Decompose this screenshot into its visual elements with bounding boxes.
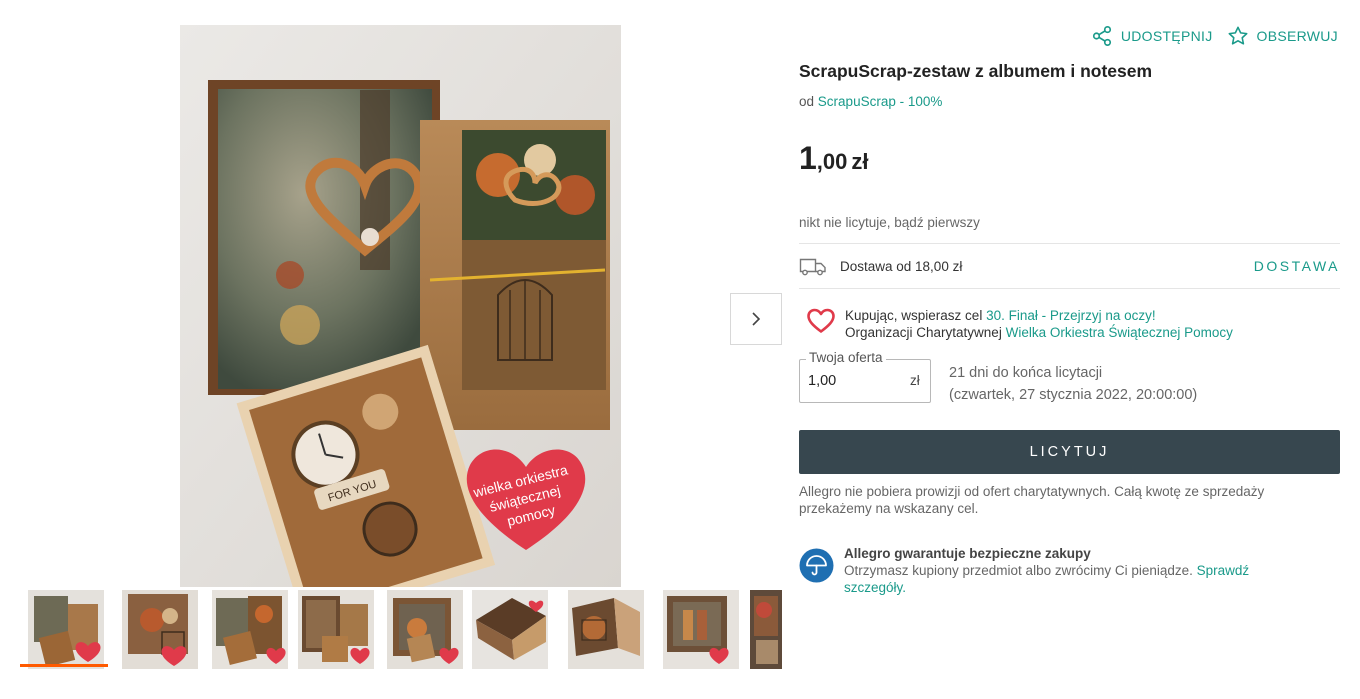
delivery-row: Dostawa od 18,00 zł DOSTAWA [799, 255, 1340, 277]
delivery-text: Dostawa od 18,00 zł [840, 258, 963, 274]
share-label: UDOSTĘPNIJ [1120, 28, 1213, 44]
guarantee-body: Otrzymasz kupiony przedmiot albo zwrócim… [844, 562, 1304, 596]
chevron-right-icon [752, 312, 761, 326]
watch-button[interactable]: OBSERWUJ [1227, 25, 1339, 47]
seller-link[interactable]: ScrapuScrap - 100% [818, 94, 943, 109]
charity-info: Kupując, wspierasz cel 30. Finał - Przej… [807, 307, 1233, 341]
active-thumbnail-indicator [20, 664, 108, 667]
thumbnail-strip [20, 589, 782, 671]
thumbnail-7[interactable] [568, 590, 644, 669]
product-title: ScrapuScrap-zestaw z albumem i notesem [799, 61, 1153, 81]
offer-input[interactable] [808, 370, 898, 392]
delivery-link[interactable]: DOSTAWA [1254, 258, 1340, 274]
price-decimal: ,00 [816, 149, 848, 174]
thumbnail-5[interactable] [387, 590, 463, 669]
thumbnail-3[interactable] [212, 590, 288, 669]
seller-prefix: od [799, 94, 815, 109]
star-icon [1228, 26, 1247, 45]
guarantee-text: Otrzymasz kupiony przedmiot albo zwrócim… [844, 563, 1193, 578]
truck-icon [799, 258, 826, 276]
purchase-guarantee: Allegro gwarantuje bezpieczne zakupy Otr… [799, 545, 1304, 596]
offer-currency: zł [910, 373, 920, 388]
charity-campaign-link[interactable]: 30. Finał - Przejrzyj na oczy! [986, 308, 1156, 323]
offer-label: Twoja oferta [806, 350, 886, 365]
umbrella-shield-icon [799, 548, 834, 583]
charity-line2-prefix: Organizacji Charytatywnej [845, 325, 1002, 340]
guarantee-title: Allegro gwarantuje bezpieczne zakupy [844, 546, 1091, 561]
thumbnail-9[interactable] [750, 590, 782, 669]
thumbnail-1[interactable] [28, 590, 104, 669]
price: 1,00 zł [799, 140, 869, 177]
end-date: (czwartek, 27 stycznia 2022, 20:00:00) [949, 387, 1198, 403]
charity-line1-prefix: Kupując, wspierasz cel [845, 308, 983, 323]
divider [799, 288, 1340, 289]
main-product-image[interactable]: FOR YOU wielka orkiestra świątecznej pom… [180, 25, 621, 587]
time-left: 21 dni do końca licytacji [949, 365, 1103, 381]
heart-icon [807, 308, 835, 333]
seller-info: od ScrapuScrap - 100% [799, 94, 942, 109]
share-button[interactable]: UDOSTĘPNIJ [1091, 25, 1213, 47]
charity-organization-link[interactable]: Wielka Orkiestra Świątecznej Pomocy [1006, 325, 1233, 340]
offer-actions: UDOSTĘPNIJ OBSERWUJ [1091, 25, 1338, 47]
share-icon [1092, 26, 1111, 46]
thumbnail-2[interactable] [122, 590, 198, 669]
thumbnail-8[interactable] [663, 590, 739, 669]
auction-deadline: 21 dni do końca licytacji (czwartek, 27 … [949, 362, 1197, 406]
price-currency: zł [851, 149, 869, 174]
bid-button[interactable]: LICYTUJ [799, 430, 1340, 474]
price-integer: 1 [799, 140, 817, 176]
thumbnail-4[interactable] [298, 590, 374, 669]
divider [799, 243, 1340, 244]
thumbnail-6[interactable] [472, 590, 548, 669]
watch-label: OBSERWUJ [1256, 28, 1338, 44]
charity-fee-note: Allegro nie pobiera prowizji od ofert ch… [799, 484, 1265, 516]
next-image-button[interactable] [730, 293, 782, 345]
bids-info: nikt nie licytuje, bądź pierwszy [799, 215, 980, 230]
